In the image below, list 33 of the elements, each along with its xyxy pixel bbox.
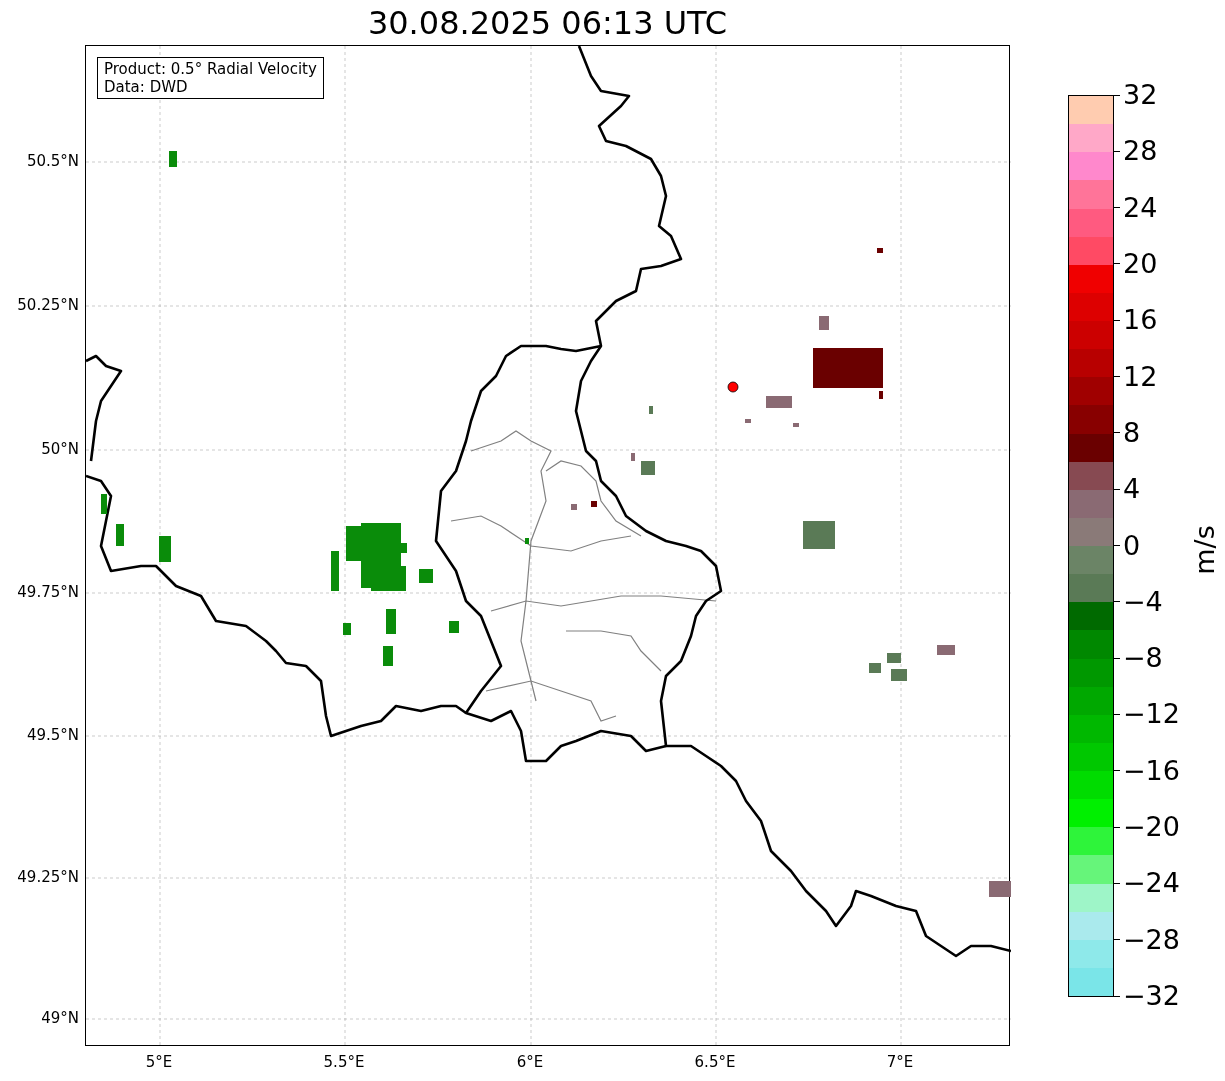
colorbar-tick-label: −4 [1123,586,1163,617]
latitude-label: 49.5°N [26,725,79,745]
colorbar-tick-label: −24 [1123,868,1180,899]
colorbar-tick-label: −20 [1123,812,1180,843]
latitude-label: 49.75°N [17,582,79,602]
colorbar-tick-label: 12 [1123,361,1158,392]
colorbar-tick-label: 8 [1123,417,1141,448]
colorbar-tick-label: −28 [1123,924,1180,955]
colorbar-tick-label: −32 [1123,981,1180,1011]
latitude-label: 50°N [41,439,79,459]
longitude-label: 6.5°E [694,1052,736,1072]
latitude-label: 50.5°N [26,151,79,171]
longitude-label: 5°E [145,1052,173,1072]
longitude-label: 5.5°E [323,1052,365,1072]
info-text: Product: 0.5° Radial Velocity [104,60,317,78]
info-text: Data: DWD [104,78,189,96]
longitude-label: 6°E [516,1052,544,1072]
chart-title: 30.08.2025 06:13 UTC [367,4,728,42]
colorbar-tick-label: 24 [1123,192,1158,223]
colorbar-tick-label: −16 [1123,755,1180,786]
colorbar-tick-label: −8 [1123,643,1163,674]
longitude-label: 7°E [886,1052,914,1072]
latitude-label: 49.25°N [17,867,79,887]
latitude-label: 49°N [41,1008,79,1028]
latitude-label: 50.25°N [17,295,79,315]
colorbar-tick-label: 0 [1123,530,1141,561]
colorbar-tick-label: 16 [1123,305,1158,336]
colorbar-tick-label: 20 [1123,248,1158,279]
colorbar-tick-label: −12 [1123,699,1180,730]
colorbar-tick-label: 4 [1123,474,1141,505]
colorbar-tick-label: 28 [1123,136,1158,167]
colorbar-tick-label: 32 [1123,80,1158,110]
colorbar-unit-label: m/s [1190,525,1220,575]
